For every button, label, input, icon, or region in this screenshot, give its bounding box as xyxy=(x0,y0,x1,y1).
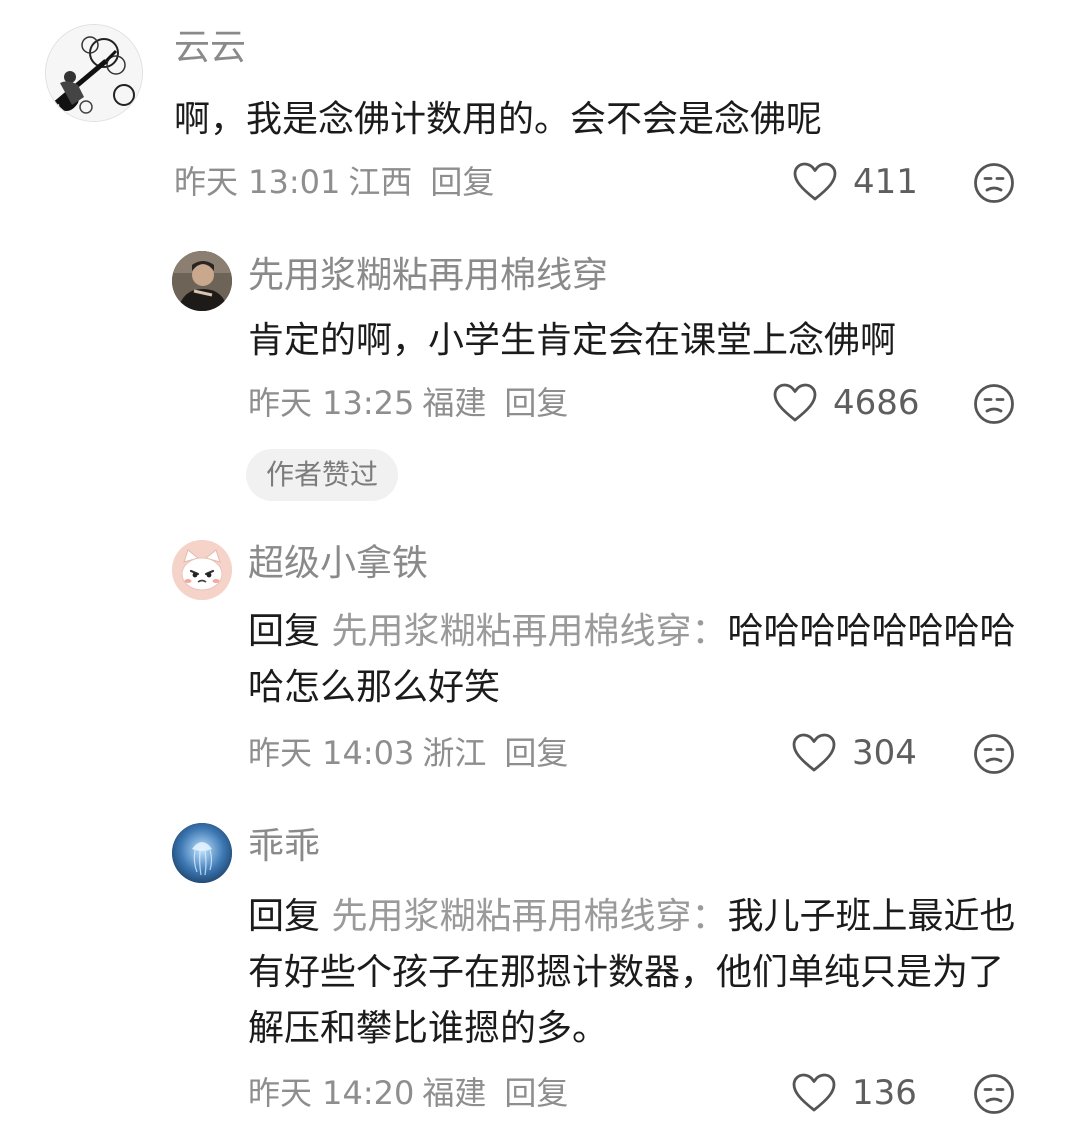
reply-button[interactable]: 回复 xyxy=(430,163,494,201)
reply-button[interactable]: 回复 xyxy=(504,734,568,772)
reply-button[interactable]: 回复 xyxy=(504,1074,568,1112)
neutral-face-icon xyxy=(974,384,1014,424)
comment-location: 福建 xyxy=(422,1074,487,1112)
comment-time: 昨天 14:20 xyxy=(248,1074,415,1112)
comment-text: 回复 先用浆糊粘再用棉线穿：我儿子班上最近也有好些个孩子在那摁计数器，他们单纯只… xyxy=(248,889,1038,1057)
like-button[interactable]: 411 xyxy=(793,160,918,204)
comment-meta: 昨天 13:25 福建 回复 xyxy=(248,383,576,423)
username[interactable]: 先用浆糊粘再用棉线穿 xyxy=(248,254,608,298)
comment-meta: 昨天 14:20 福建 回复 xyxy=(248,1073,576,1113)
comment-time: 昨天 13:01 xyxy=(174,163,341,201)
dislike-button[interactable] xyxy=(973,1073,1015,1115)
like-button[interactable]: 4686 xyxy=(773,381,920,425)
like-button[interactable]: 136 xyxy=(792,1071,917,1115)
dislike-button[interactable] xyxy=(973,733,1015,775)
reply-target-user[interactable]: 先用浆糊粘再用棉线穿： xyxy=(331,896,727,937)
comment-text: 肯定的啊，小学生肯定会在课堂上念佛啊 xyxy=(248,313,1038,369)
reply-target-user[interactable]: 先用浆糊粘再用棉线穿： xyxy=(331,611,727,652)
heart-icon xyxy=(793,162,837,201)
avatar[interactable] xyxy=(172,823,232,883)
reply-prefix: 回复 xyxy=(248,896,321,937)
comment-text: 啊，我是念佛计数用的。会不会是念佛呢 xyxy=(174,92,1034,148)
username[interactable]: 超级小拿铁 xyxy=(248,542,428,586)
neutral-face-icon xyxy=(974,163,1014,203)
dislike-button[interactable] xyxy=(973,383,1015,425)
like-count: 136 xyxy=(852,1073,917,1113)
neutral-face-icon xyxy=(974,734,1014,774)
author-liked-badge: 作者赞过 xyxy=(246,449,399,501)
heart-icon xyxy=(773,383,817,422)
like-count: 304 xyxy=(852,733,917,773)
jellyfish-blue-icon xyxy=(172,823,232,883)
comment-text: 回复 先用浆糊粘再用棉线穿：哈哈哈哈哈哈哈哈哈怎么那么好笑 xyxy=(248,604,1038,716)
reply-prefix: 回复 xyxy=(248,611,321,652)
avatar[interactable] xyxy=(45,24,143,122)
heart-icon xyxy=(792,1073,836,1112)
dislike-button[interactable] xyxy=(973,162,1015,204)
comment-location: 浙江 xyxy=(422,734,487,772)
comment-location: 江西 xyxy=(348,163,413,201)
reply-button[interactable]: 回复 xyxy=(504,384,568,422)
username[interactable]: 乖乖 xyxy=(248,825,320,869)
comment-time: 昨天 13:25 xyxy=(248,384,415,422)
comment-meta: 昨天 13:01 江西 回复 xyxy=(174,162,502,202)
comment-body: 肯定的啊，小学生肯定会在课堂上念佛啊 xyxy=(248,320,897,361)
comment-body: 啊，我是念佛计数用的。会不会是念佛呢 xyxy=(174,99,823,140)
username[interactable]: 云云 xyxy=(174,26,246,70)
avatar[interactable] xyxy=(172,251,232,311)
heart-icon xyxy=(792,733,836,772)
neutral-face-icon xyxy=(974,1074,1014,1114)
comment-location: 福建 xyxy=(422,384,487,422)
comment-time: 昨天 14:03 xyxy=(248,734,415,772)
person-photo-icon xyxy=(172,251,232,311)
like-count: 4686 xyxy=(833,383,920,423)
cartoon-cat-icon xyxy=(172,540,232,600)
avatar[interactable] xyxy=(172,540,232,600)
comment-meta: 昨天 14:03 浙江 回复 xyxy=(248,733,576,773)
like-count: 411 xyxy=(853,162,918,202)
guitar-skull-sketch-icon xyxy=(46,25,142,121)
like-button[interactable]: 304 xyxy=(792,731,917,775)
